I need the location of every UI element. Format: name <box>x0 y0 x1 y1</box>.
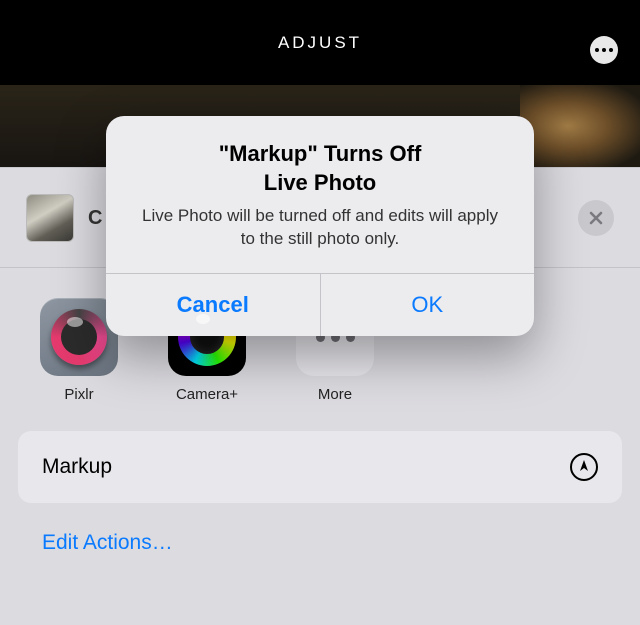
alert-buttons: Cancel OK <box>106 273 534 336</box>
alert-dialog: "Markup" Turns Off Live Photo Live Photo… <box>106 116 534 336</box>
alert-title-line: Live Photo <box>264 170 376 195</box>
alert-title-line: "Markup" Turns Off <box>219 141 422 166</box>
ok-button[interactable]: OK <box>321 274 535 336</box>
cancel-button[interactable]: Cancel <box>106 274 321 336</box>
alert-title: "Markup" Turns Off Live Photo <box>136 140 504 197</box>
alert-body: "Markup" Turns Off Live Photo Live Photo… <box>106 116 534 273</box>
alert-message: Live Photo will be turned off and edits … <box>136 205 504 251</box>
